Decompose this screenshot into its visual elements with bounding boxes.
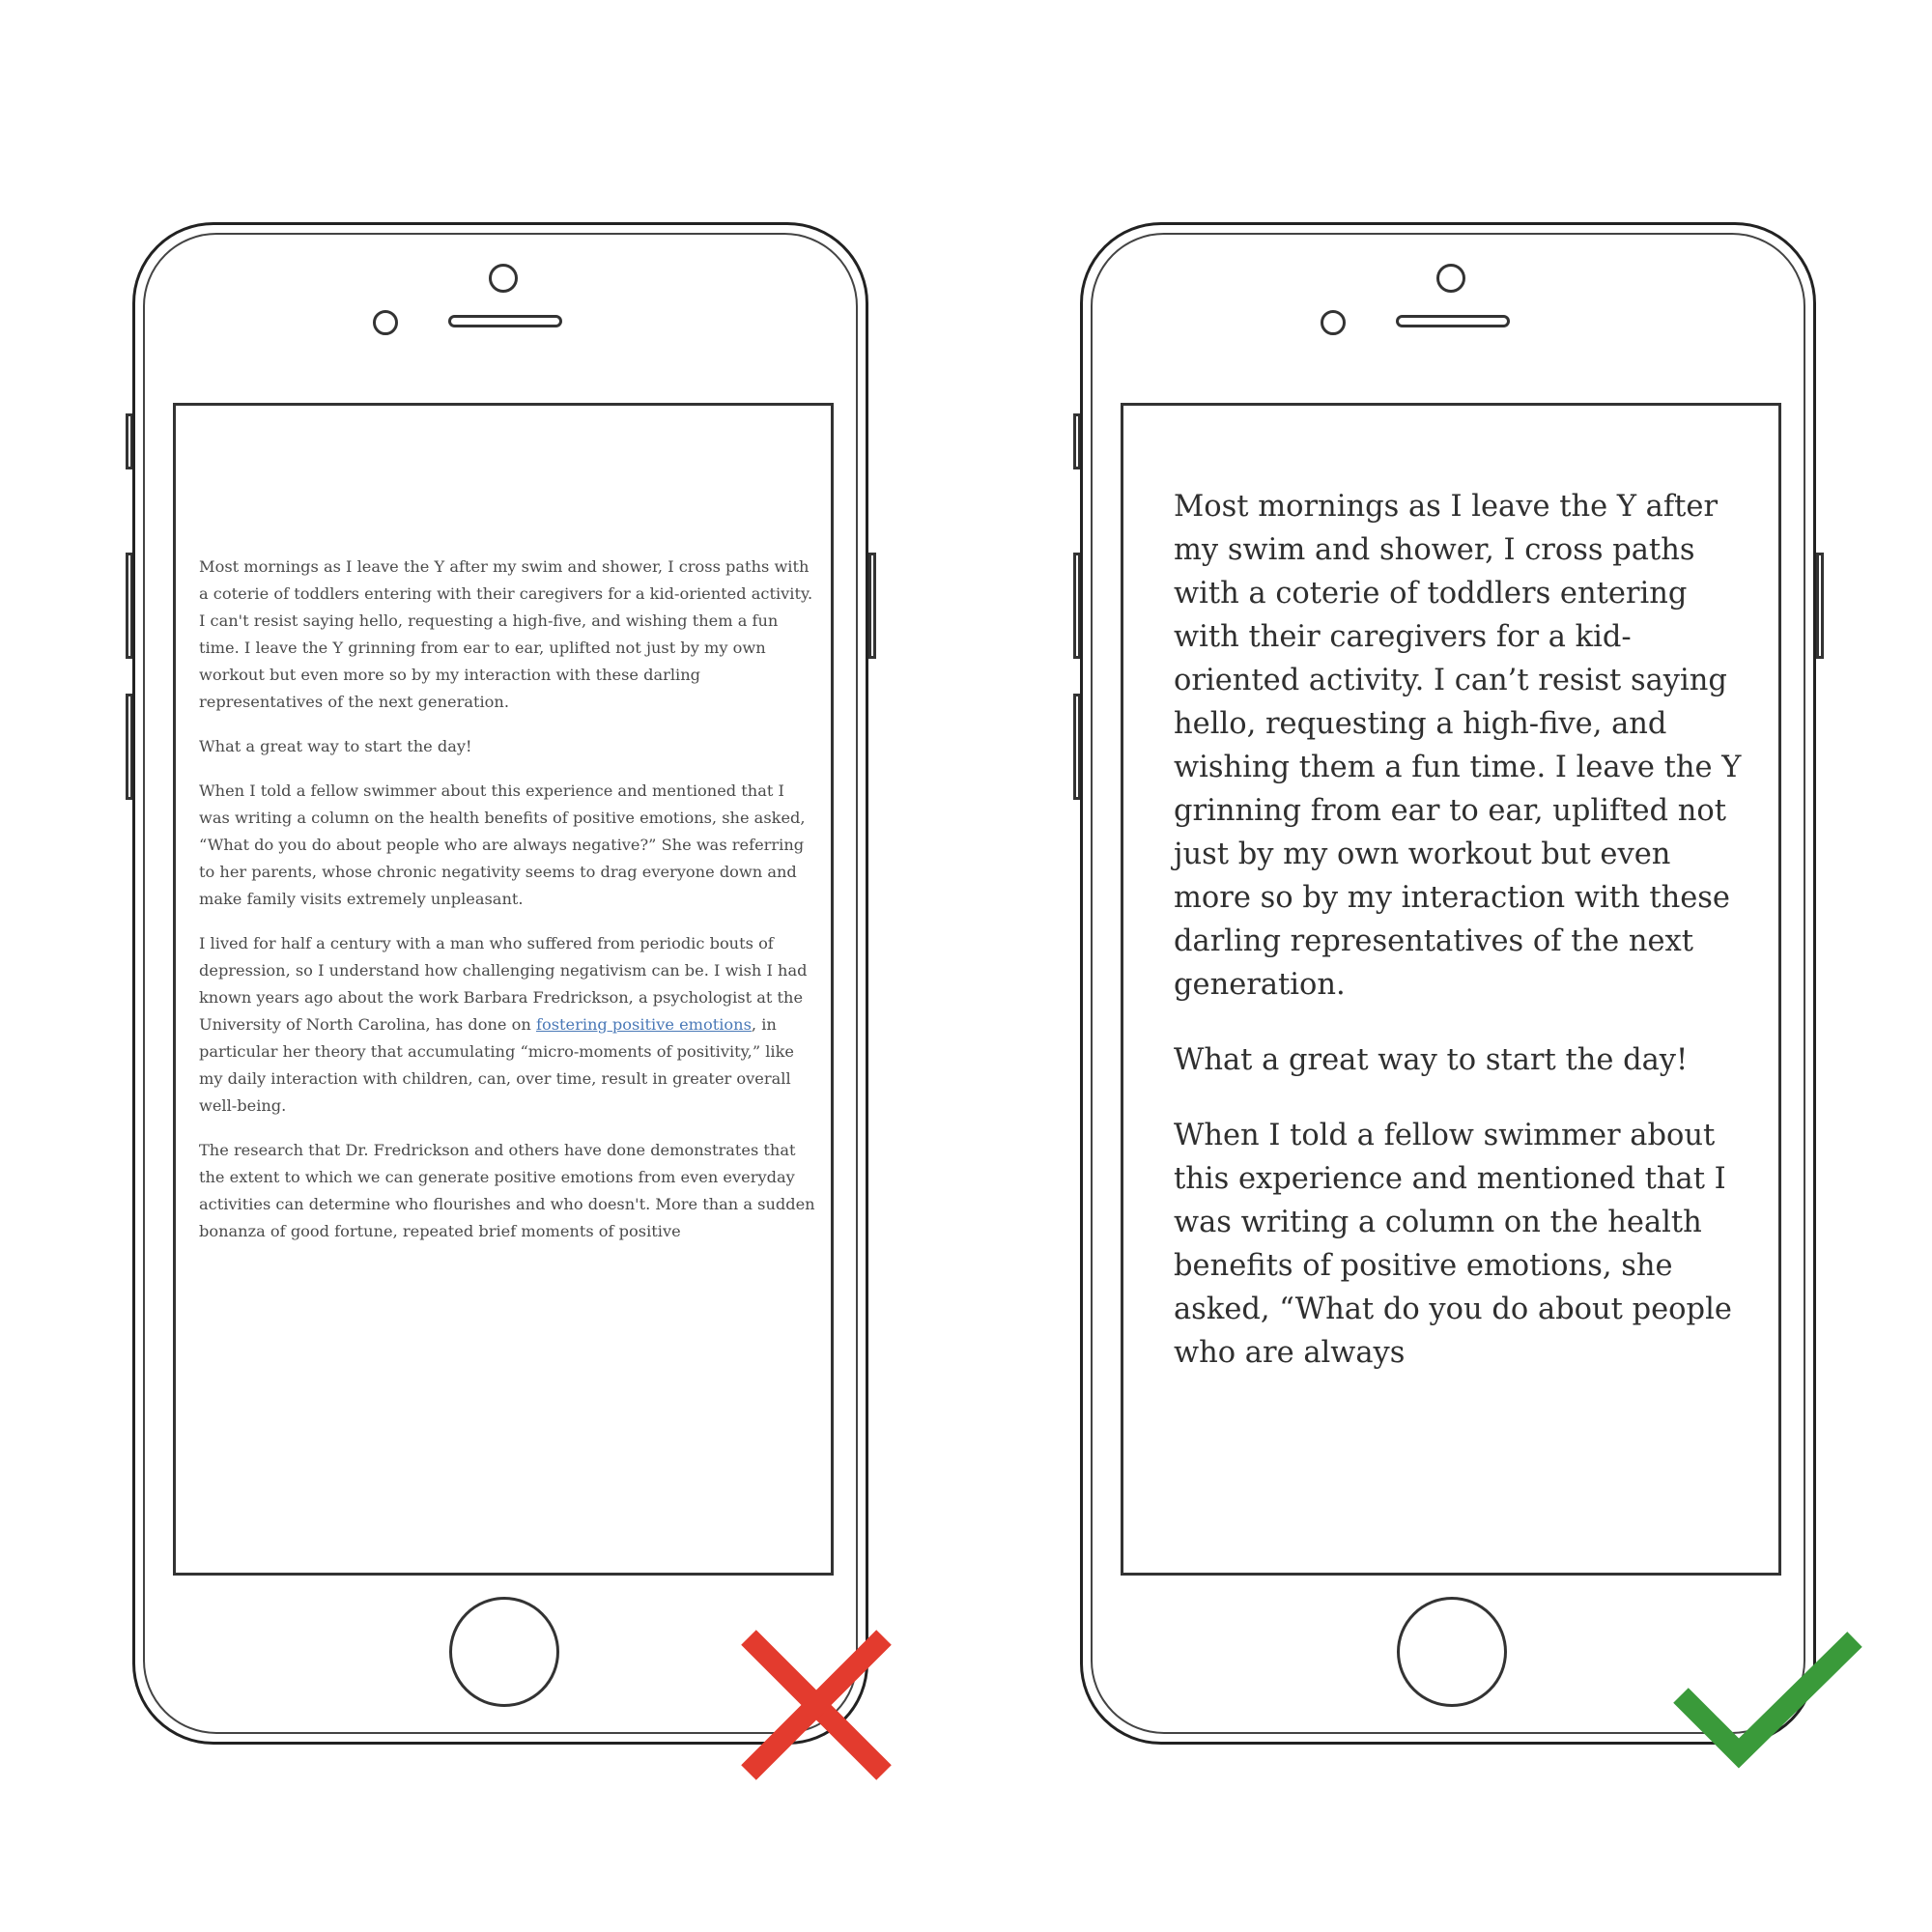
article-small-text: Most mornings as I leave the Y after my …: [199, 554, 817, 1263]
front-camera-icon: [1436, 264, 1465, 293]
phone-side-button: [1816, 553, 1824, 659]
paragraph: The research that Dr. Fredrickson and ot…: [199, 1141, 815, 1240]
checkmark-icon: [1673, 1632, 1862, 1769]
screen-large-text: Most mornings as I leave the Y after my …: [1121, 403, 1781, 1576]
paragraph: Most mornings as I leave the Y after my …: [1174, 490, 1742, 1002]
paragraph: I lived for half a century with a man wh…: [199, 930, 817, 1120]
paragraph: When I told a fellow swimmer about this …: [199, 781, 806, 908]
paragraph: Most mornings as I leave the Y after my …: [199, 557, 813, 711]
x-icon: [741, 1630, 892, 1780]
article-link[interactable]: fostering positive emotions: [536, 1015, 752, 1034]
speaker-grille: [1396, 315, 1510, 327]
phone-bad-example: Most mornings as I leave the Y after my …: [132, 222, 868, 1745]
article-large-text: Most mornings as I leave the Y after my …: [1174, 485, 1753, 1406]
paragraph: What a great way to start the day!: [1174, 1043, 1689, 1077]
paragraph: What a great way to start the day!: [199, 737, 472, 755]
phone-good-example: Most mornings as I leave the Y after my …: [1080, 222, 1816, 1745]
phone-side-button: [868, 553, 876, 659]
sensor-icon: [373, 310, 398, 335]
speaker-grille: [448, 315, 562, 327]
home-button: [1397, 1597, 1507, 1707]
home-button: [449, 1597, 559, 1707]
paragraph: When I told a fellow swimmer about this …: [1174, 1119, 1732, 1370]
front-camera-icon: [489, 264, 518, 293]
sensor-icon: [1321, 310, 1346, 335]
screen-small-text: Most mornings as I leave the Y after my …: [173, 403, 834, 1576]
